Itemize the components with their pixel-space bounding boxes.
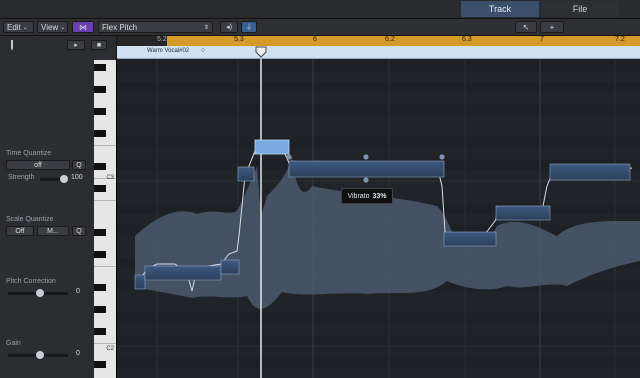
chevron-down-icon: ⌄ <box>60 24 66 31</box>
flex-toggle-button[interactable]: ⋈ <box>72 21 94 33</box>
vibrato-tooltip-value: 33% <box>372 192 387 200</box>
octave-label-c2: C2 <box>106 346 114 352</box>
crosshair-icon: + <box>549 22 555 32</box>
vibrato-tooltip: Vibrato 33% <box>341 188 393 204</box>
chevron-down-icon: ⌄ <box>22 24 28 31</box>
editor-toolbar: Edit ⌄ View ⌄ ⋈ Flex Pitch ⇕ ◂) ⏚ ↖ + <box>0 19 640 36</box>
octave-label-c3: C3 <box>106 175 114 181</box>
view-menu-button[interactable]: View ⌄ <box>37 21 68 33</box>
pointer-icon: ↖ <box>522 22 530 32</box>
pitch-note[interactable] <box>220 259 240 275</box>
gain-label: Gain <box>6 340 21 347</box>
pitch-note[interactable] <box>495 205 551 221</box>
square-icon: ■ <box>96 41 102 49</box>
catch-button[interactable]: ◂) <box>220 21 238 33</box>
vibrato-tooltip-label: Vibrato <box>347 192 370 200</box>
scale-quantize-q-button[interactable]: Q <box>72 226 86 236</box>
time-quantize-select[interactable]: off <box>6 160 70 170</box>
video-button[interactable]: ■ <box>91 40 107 50</box>
flex-mode-label: Flex Pitch <box>102 22 138 32</box>
scale-mode-select[interactable]: M... <box>37 226 69 236</box>
pencil-icon[interactable] <box>8 39 16 51</box>
time-quantize-label: Time Quantize <box>6 150 52 157</box>
gain-slider[interactable] <box>8 351 68 359</box>
pitch-note[interactable] <box>443 231 497 247</box>
time-quantize-q-label: Q <box>76 161 82 169</box>
flex-mode-select[interactable]: Flex Pitch ⇕ <box>98 21 213 33</box>
top-tab-bar: Track File <box>0 0 640 19</box>
pitch-note[interactable] <box>237 166 255 182</box>
pitch-note[interactable] <box>288 160 445 178</box>
fold-button[interactable]: ▸ <box>67 40 85 50</box>
pointer-tool-select[interactable]: ↖ <box>515 21 537 33</box>
pitch-note[interactable] <box>549 163 631 181</box>
pitch-note-selected[interactable] <box>254 139 290 155</box>
pitch-note[interactable] <box>144 265 222 281</box>
view-menu-label: View <box>41 22 59 32</box>
gain-knob[interactable] <box>36 351 44 359</box>
gain-value: 0 <box>76 350 80 357</box>
chevron-updown-icon: ⇕ <box>203 24 209 31</box>
tab-track[interactable]: Track <box>461 1 539 17</box>
note-handle[interactable] <box>363 177 369 183</box>
pitch-correction-value: 0 <box>76 288 80 295</box>
time-quantize-q-button[interactable]: Q <box>72 160 86 170</box>
pitch-notes-layer <box>134 139 633 292</box>
pitch-correction-slider[interactable] <box>8 289 68 297</box>
strength-slider[interactable] <box>40 175 68 183</box>
arrow-icon: ▸ <box>74 42 78 49</box>
piano-keyboard[interactable]: C3 C2 <box>94 60 117 378</box>
scale-quantize-label: Scale Quantize <box>6 216 54 223</box>
speaker-icon: ◂) <box>226 24 232 31</box>
strength-slider-knob[interactable] <box>60 175 68 183</box>
note-handle[interactable] <box>363 154 369 160</box>
pitch-note[interactable] <box>134 274 146 290</box>
time-quantize-value: off <box>34 161 42 169</box>
tab-file[interactable]: File <box>541 1 619 17</box>
filter-button[interactable]: ⏚ <box>241 21 257 33</box>
scale-quantize-value: Off <box>15 227 25 235</box>
secondary-tool-select[interactable]: + <box>540 21 564 33</box>
edit-menu-button[interactable]: Edit ⌄ <box>3 21 34 33</box>
edit-menu-label: Edit <box>7 22 21 32</box>
scale-quantize-select[interactable]: Off <box>6 226 34 236</box>
scale-quantize-q-label: Q <box>76 227 82 235</box>
strength-value: 100 <box>71 174 83 181</box>
pitch-correction-knob[interactable] <box>36 289 44 297</box>
filter-icon: ⏚ <box>245 24 253 31</box>
pitch-correction-label: Pitch Correction <box>6 278 56 285</box>
flex-icon: ⋈ <box>79 22 87 32</box>
scale-mode-value: M... <box>47 227 59 235</box>
note-handle[interactable] <box>439 154 445 160</box>
strength-label: Strength <box>8 174 35 181</box>
note-handle[interactable] <box>286 154 292 160</box>
